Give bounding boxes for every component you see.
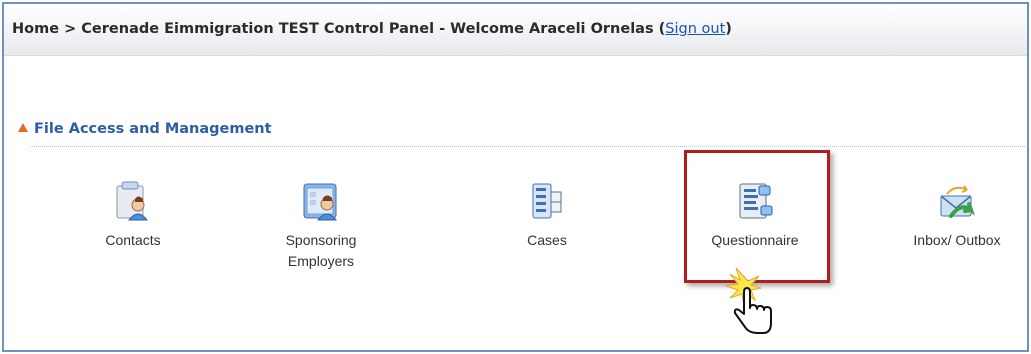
sponsoring-employers-icon: [301, 180, 341, 224]
section-divider: [30, 146, 1025, 147]
section-title-text: File Access and Management: [34, 121, 272, 137]
contacts-icon: [113, 180, 153, 224]
sign-out-link[interactable]: Sign out: [665, 21, 725, 37]
tile-contacts[interactable]: Contacts: [68, 180, 198, 251]
warning-triangle-icon: [18, 123, 28, 132]
breadcrumb-close: ): [725, 21, 732, 37]
inbox-outbox-icon: [937, 180, 977, 224]
cases-icon: [527, 180, 567, 224]
tile-inbox-outbox[interactable]: Inbox/ Outbox: [892, 180, 1022, 251]
breadcrumb: Home > Cerenade Eimmigration TEST Contro…: [4, 4, 1027, 56]
tile-label: Contacts: [105, 232, 161, 248]
tile-label: Cases: [527, 232, 567, 248]
tile-label-line2: Employers: [287, 253, 355, 269]
control-panel-frame: Home > Cerenade Eimmigration TEST Contro…: [2, 2, 1029, 352]
hand-cursor-icon: [716, 264, 786, 344]
breadcrumb-text: Home > Cerenade Eimmigration TEST Contro…: [12, 21, 666, 37]
tile-cases[interactable]: Cases: [482, 180, 612, 251]
tile-label-line1: Sponsoring: [285, 232, 357, 248]
section-title: File Access and Management: [18, 121, 272, 137]
tile-label: Inbox/ Outbox: [913, 232, 1001, 248]
tile-sponsoring-employers[interactable]: Sponsoring Employers: [256, 180, 386, 272]
